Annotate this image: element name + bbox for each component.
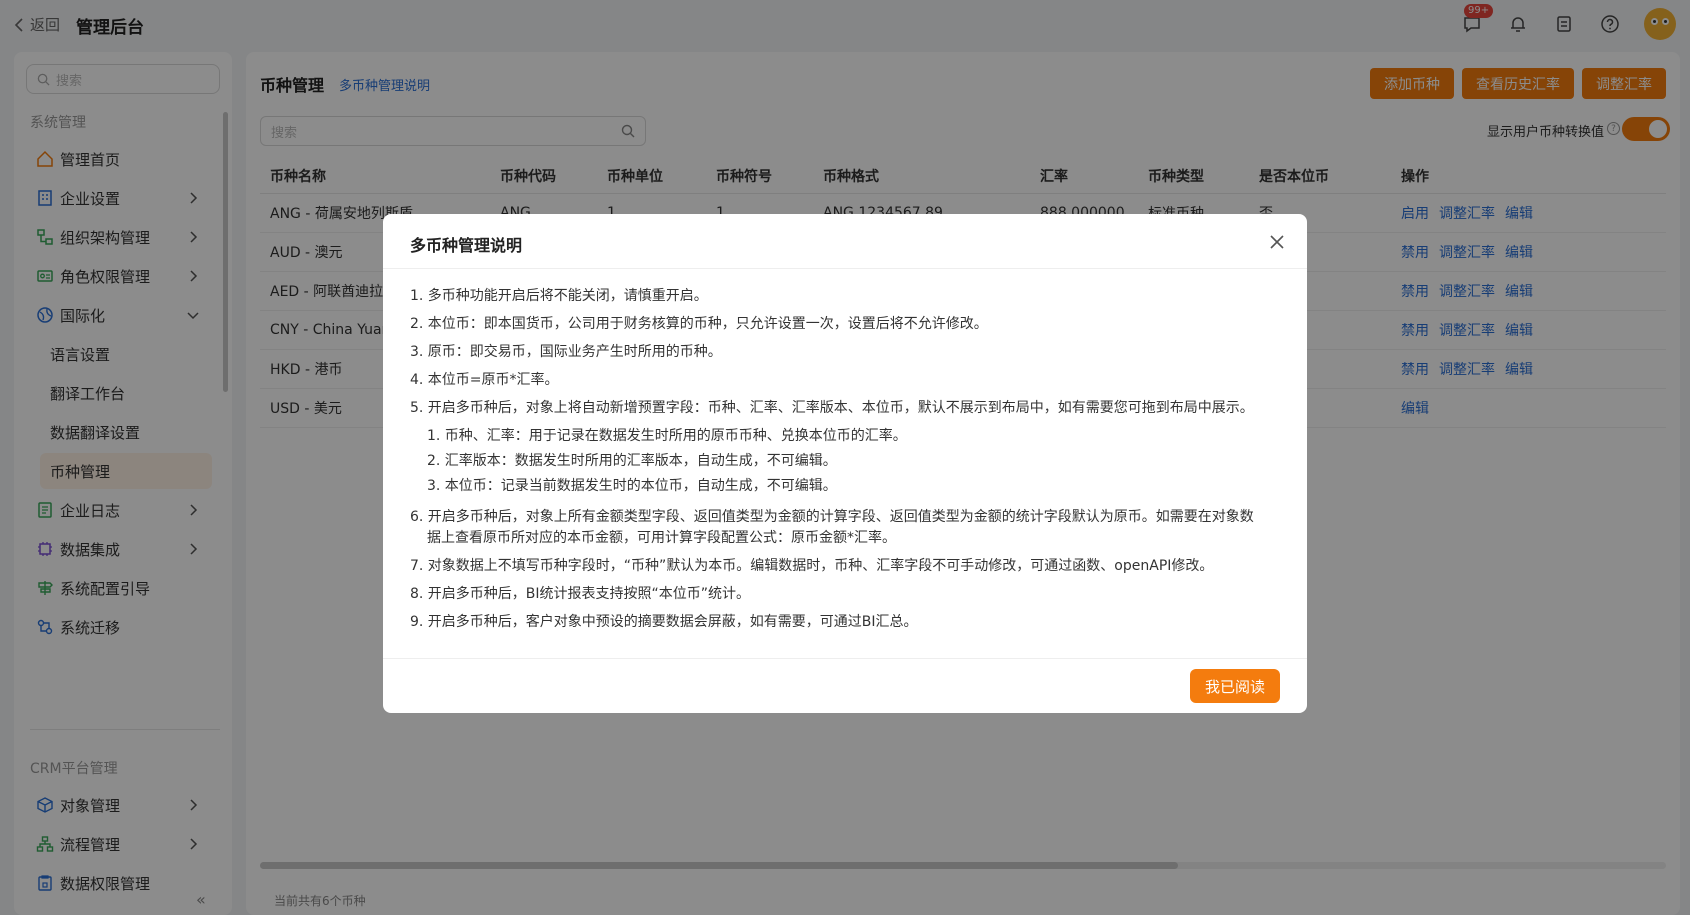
modal-line: 8. 开启多币种后，BI统计报表支持按照“本位币”统计。 <box>410 586 751 602</box>
modal-line: 4. 本位币=原币*汇率。 <box>410 372 559 388</box>
modal-line: 9. 开启多币种后，客户对象中预设的摘要数据会屏蔽，如有需要，可通过BI汇总。 <box>410 614 918 630</box>
modal-subline: 3. 本位币：记录当前数据发生时的本位币，自动生成，不可编辑。 <box>427 478 837 494</box>
modal-line: 3. 原币：即交易币，国际业务产生时所用的币种。 <box>410 344 722 360</box>
confirm-read-button[interactable]: 我已阅读 <box>1190 669 1280 703</box>
modal-header: 多币种管理说明 <box>383 214 1307 269</box>
modal-line: 5. 开启多币种后，对象上将自动新增预置字段：币种、汇率、汇率版本、本位币，默认… <box>410 400 1254 416</box>
modal-line: 7. 对象数据上不填写币种字段时，“币种”默认为本币。编辑数据时，币种、汇率字段… <box>410 558 1214 574</box>
modal-line: 2. 本位币：即本国货币，公司用于财务核算的币种，只允许设置一次，设置后将不允许… <box>410 316 988 332</box>
currency-help-modal: 多币种管理说明 1. 多币种功能开启后将不能关闭，请慎重开启。 2. 本位币：即… <box>383 214 1307 713</box>
modal-line-continued: 据上查看原币所对应的本币金额，可用计算字段配置公式：原币金额*汇率。 <box>427 530 896 546</box>
close-icon[interactable] <box>1269 234 1285 250</box>
modal-subline: 2. 汇率版本：数据发生时所用的汇率版本，自动生成，不可编辑。 <box>427 453 837 469</box>
modal-footer: 我已阅读 <box>383 658 1307 713</box>
modal-line: 6. 开启多币种后，对象上所有金额类型字段、返回值类型为金额的计算字段、返回值类… <box>410 509 1254 525</box>
modal-subline: 1. 币种、汇率：用于记录在数据发生时所用的原币币种、兑换本位币的汇率。 <box>427 428 907 444</box>
modal-line: 1. 多币种功能开启后将不能关闭，请慎重开启。 <box>410 288 708 304</box>
modal-title: 多币种管理说明 <box>410 236 523 255</box>
